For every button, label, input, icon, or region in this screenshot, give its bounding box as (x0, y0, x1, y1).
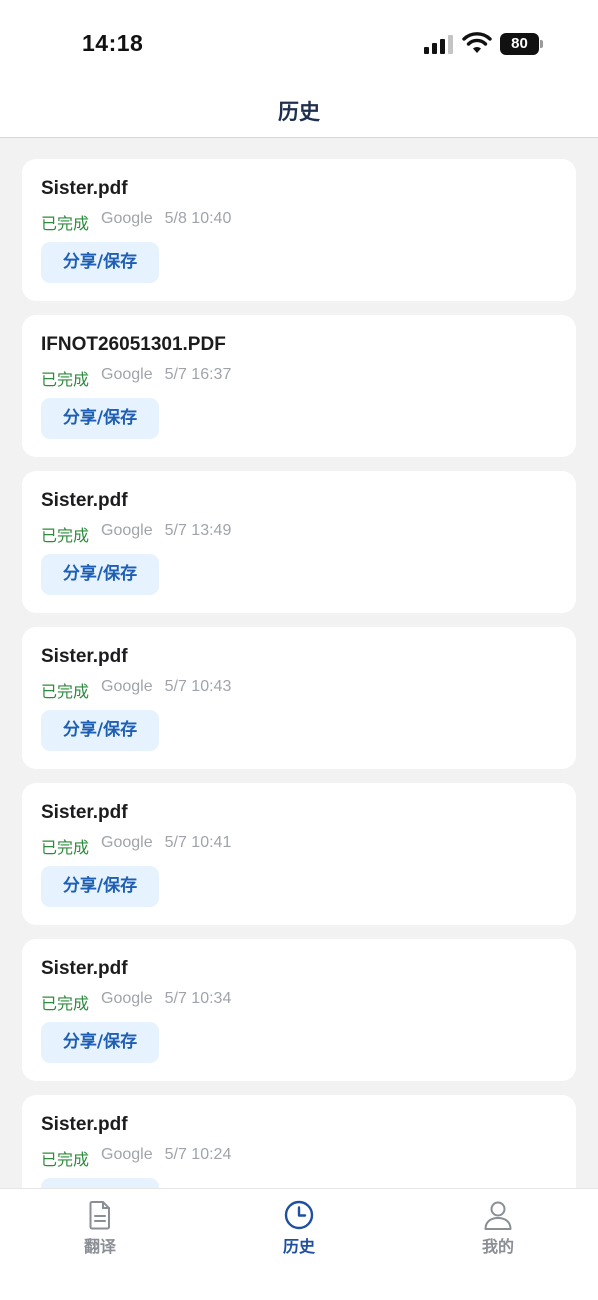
wifi-icon (462, 32, 492, 53)
share-save-button[interactable]: 分享/保存 (41, 554, 159, 595)
history-card[interactable]: Sister.pdf 已完成 Google 5/7 10:24 分享/保存 (22, 1095, 576, 1188)
timestamp: 5/7 16:37 (164, 366, 232, 383)
battery-icon: 80 (500, 33, 544, 55)
engine-label: Google (101, 990, 153, 1007)
status-label: 已完成 (41, 1150, 90, 1169)
file-name: Sister.pdf (41, 646, 128, 667)
share-save-button[interactable]: 分享/保存 (41, 1022, 159, 1063)
document-icon (89, 1201, 110, 1230)
engine-label: Google (101, 366, 153, 383)
card-meta: 已完成 Google 5/7 10:24 (41, 1146, 231, 1170)
history-card[interactable]: IFNOT26051301.PDF 已完成 Google 5/7 16:37 分享/保存 (22, 315, 576, 457)
share-save-button[interactable]: 分享/保存 (41, 242, 159, 283)
battery-level: 80 (500, 33, 539, 55)
tab-bar: 翻译 历史 我的 (0, 1188, 598, 1300)
card-meta: 已完成 Google 5/8 10:40 (41, 210, 231, 234)
history-list[interactable]: Sister.pdf 已完成 Google 5/8 10:40 分享/保存 IFNOT26… (22, 159, 576, 1188)
engine-label: Google (101, 678, 153, 695)
history-card[interactable]: Sister.pdf 已完成 Google 5/7 10:43 分享/保存 (22, 627, 576, 769)
file-name: Sister.pdf (41, 490, 128, 511)
timestamp: 5/7 10:43 (164, 678, 232, 695)
tab-translate-label: 翻译 (83, 1237, 116, 1256)
status-label: 已完成 (41, 370, 90, 389)
engine-label: Google (101, 210, 153, 227)
card-meta: 已完成 Google 5/7 16:37 (41, 366, 231, 390)
history-card[interactable]: Sister.pdf 已完成 Google 5/7 10:34 分享/保存 (22, 939, 576, 1081)
history-card[interactable]: Sister.pdf 已完成 Google 5/7 13:49 分享/保存 (22, 471, 576, 613)
file-name: IFNOT26051301.PDF (41, 334, 226, 355)
status-label: 已完成 (41, 838, 90, 857)
timestamp: 5/7 10:41 (164, 834, 232, 851)
card-meta: 已完成 Google 5/7 10:34 (41, 990, 231, 1014)
file-name: Sister.pdf (41, 1114, 128, 1135)
card-meta: 已完成 Google 5/7 13:49 (41, 522, 231, 546)
file-name: Sister.pdf (41, 178, 128, 199)
status-label: 已完成 (41, 526, 90, 545)
timestamp: 5/7 10:34 (164, 990, 232, 1007)
tab-profile[interactable]: 我的 (453, 1199, 543, 1257)
share-save-button[interactable]: 分享/保存 (41, 710, 159, 751)
history-card[interactable]: Sister.pdf 已完成 Google 5/7 10:41 分享/保存 (22, 783, 576, 925)
file-name: Sister.pdf (41, 802, 128, 823)
person-icon (484, 1201, 512, 1230)
cellular-signal-icon (424, 34, 454, 54)
tab-translate[interactable]: 翻译 (55, 1199, 145, 1257)
page-title: 历史 (278, 100, 320, 124)
status-label: 已完成 (41, 214, 90, 233)
tab-history-label: 历史 (282, 1237, 315, 1256)
nav-bar: 历史 (0, 88, 598, 138)
card-meta: 已完成 Google 5/7 10:43 (41, 678, 231, 702)
timestamp: 5/7 10:24 (164, 1146, 232, 1163)
status-bar: 14:18 80 (0, 0, 598, 88)
status-label: 已完成 (41, 994, 90, 1013)
timestamp: 5/8 10:40 (164, 210, 232, 227)
timestamp: 5/7 13:49 (164, 522, 232, 539)
tab-profile-label: 我的 (481, 1237, 514, 1256)
share-save-button[interactable]: 分享/保存 (41, 866, 159, 907)
share-save-button[interactable]: 分享/保存 (41, 398, 159, 439)
status-time: 14:18 (82, 30, 144, 56)
engine-label: Google (101, 834, 153, 851)
card-meta: 已完成 Google 5/7 10:41 (41, 834, 231, 858)
history-card[interactable]: Sister.pdf 已完成 Google 5/8 10:40 分享/保存 (22, 159, 576, 301)
file-name: Sister.pdf (41, 958, 128, 979)
tab-history[interactable]: 历史 (254, 1199, 344, 1257)
status-label: 已完成 (41, 682, 90, 701)
clock-icon (284, 1200, 314, 1230)
engine-label: Google (101, 522, 153, 539)
share-save-button[interactable]: 分享/保存 (41, 1178, 159, 1188)
engine-label: Google (101, 1146, 153, 1163)
